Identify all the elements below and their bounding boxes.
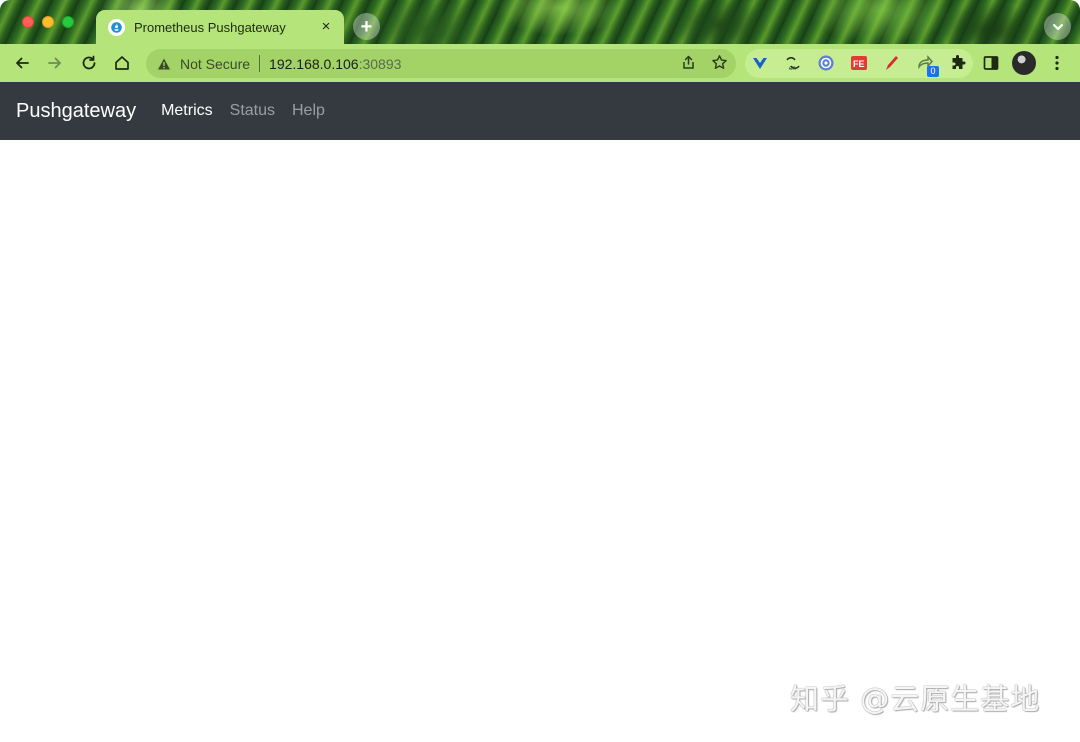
warning-icon[interactable] <box>157 57 171 71</box>
profile-avatar[interactable] <box>1012 51 1036 75</box>
extension-badge: 0 <box>927 66 939 77</box>
reload-button[interactable] <box>77 51 101 75</box>
back-icon <box>13 54 31 72</box>
prometheus-favicon-icon <box>108 19 125 36</box>
side-panel-icon <box>982 54 1000 72</box>
extension-fe-icon[interactable]: FE <box>848 52 870 74</box>
back-button[interactable] <box>10 51 34 75</box>
pushgateway-navbar: Pushgateway Metrics Status Help <box>0 82 1080 140</box>
home-icon <box>113 54 131 72</box>
side-panel-button[interactable] <box>980 52 1002 74</box>
watermark-text: 知乎 @云原生基地 <box>790 676 1040 718</box>
home-button[interactable] <box>110 51 134 75</box>
zoom-window-button[interactable] <box>62 16 74 28</box>
nav-help[interactable]: Help <box>292 102 325 120</box>
close-window-button[interactable] <box>22 16 34 28</box>
nav-status[interactable]: Status <box>230 102 275 120</box>
chevron-down-icon <box>1051 20 1065 34</box>
address-bar-actions <box>680 54 728 71</box>
tab-title: Prometheus Pushgateway <box>134 20 318 35</box>
brand-link[interactable]: Pushgateway <box>16 100 136 123</box>
browser-menu-button[interactable] <box>1046 52 1068 74</box>
minimize-window-button[interactable] <box>42 16 54 28</box>
address-bar[interactable]: Not Secure 192.168.0.106:30893 <box>146 49 736 78</box>
tab-search-button[interactable] <box>1044 13 1071 40</box>
nav-metrics[interactable]: Metrics <box>161 102 213 120</box>
extensions-button[interactable] <box>947 52 969 74</box>
url-port: :30893 <box>359 56 402 72</box>
tab-close-icon[interactable]: × <box>318 19 334 35</box>
extension-heart-icon[interactable] <box>749 52 771 74</box>
svg-text:FE: FE <box>853 59 865 69</box>
forward-icon <box>46 54 64 72</box>
reload-icon <box>80 54 98 72</box>
address-separator <box>259 55 260 72</box>
security-label[interactable]: Not Secure <box>180 56 250 72</box>
svg-text:en: en <box>789 66 796 72</box>
extension-translate-icon[interactable]: en <box>782 52 804 74</box>
url-host: 192.168.0.106 <box>269 56 359 72</box>
share-icon[interactable] <box>680 54 697 71</box>
extension-pen-icon[interactable] <box>881 52 903 74</box>
extension-circle-icon[interactable] <box>815 52 837 74</box>
page-content <box>0 140 1080 742</box>
forward-button[interactable] <box>43 51 67 75</box>
kebab-menu-icon <box>1048 54 1066 72</box>
new-tab-button[interactable]: + <box>353 13 380 40</box>
browser-tab-active[interactable]: Prometheus Pushgateway × <box>96 10 344 44</box>
star-icon[interactable] <box>711 54 728 71</box>
plus-icon: + <box>361 17 373 37</box>
puzzle-icon <box>949 54 967 72</box>
browser-title-bar: Prometheus Pushgateway × + <box>0 0 1080 44</box>
